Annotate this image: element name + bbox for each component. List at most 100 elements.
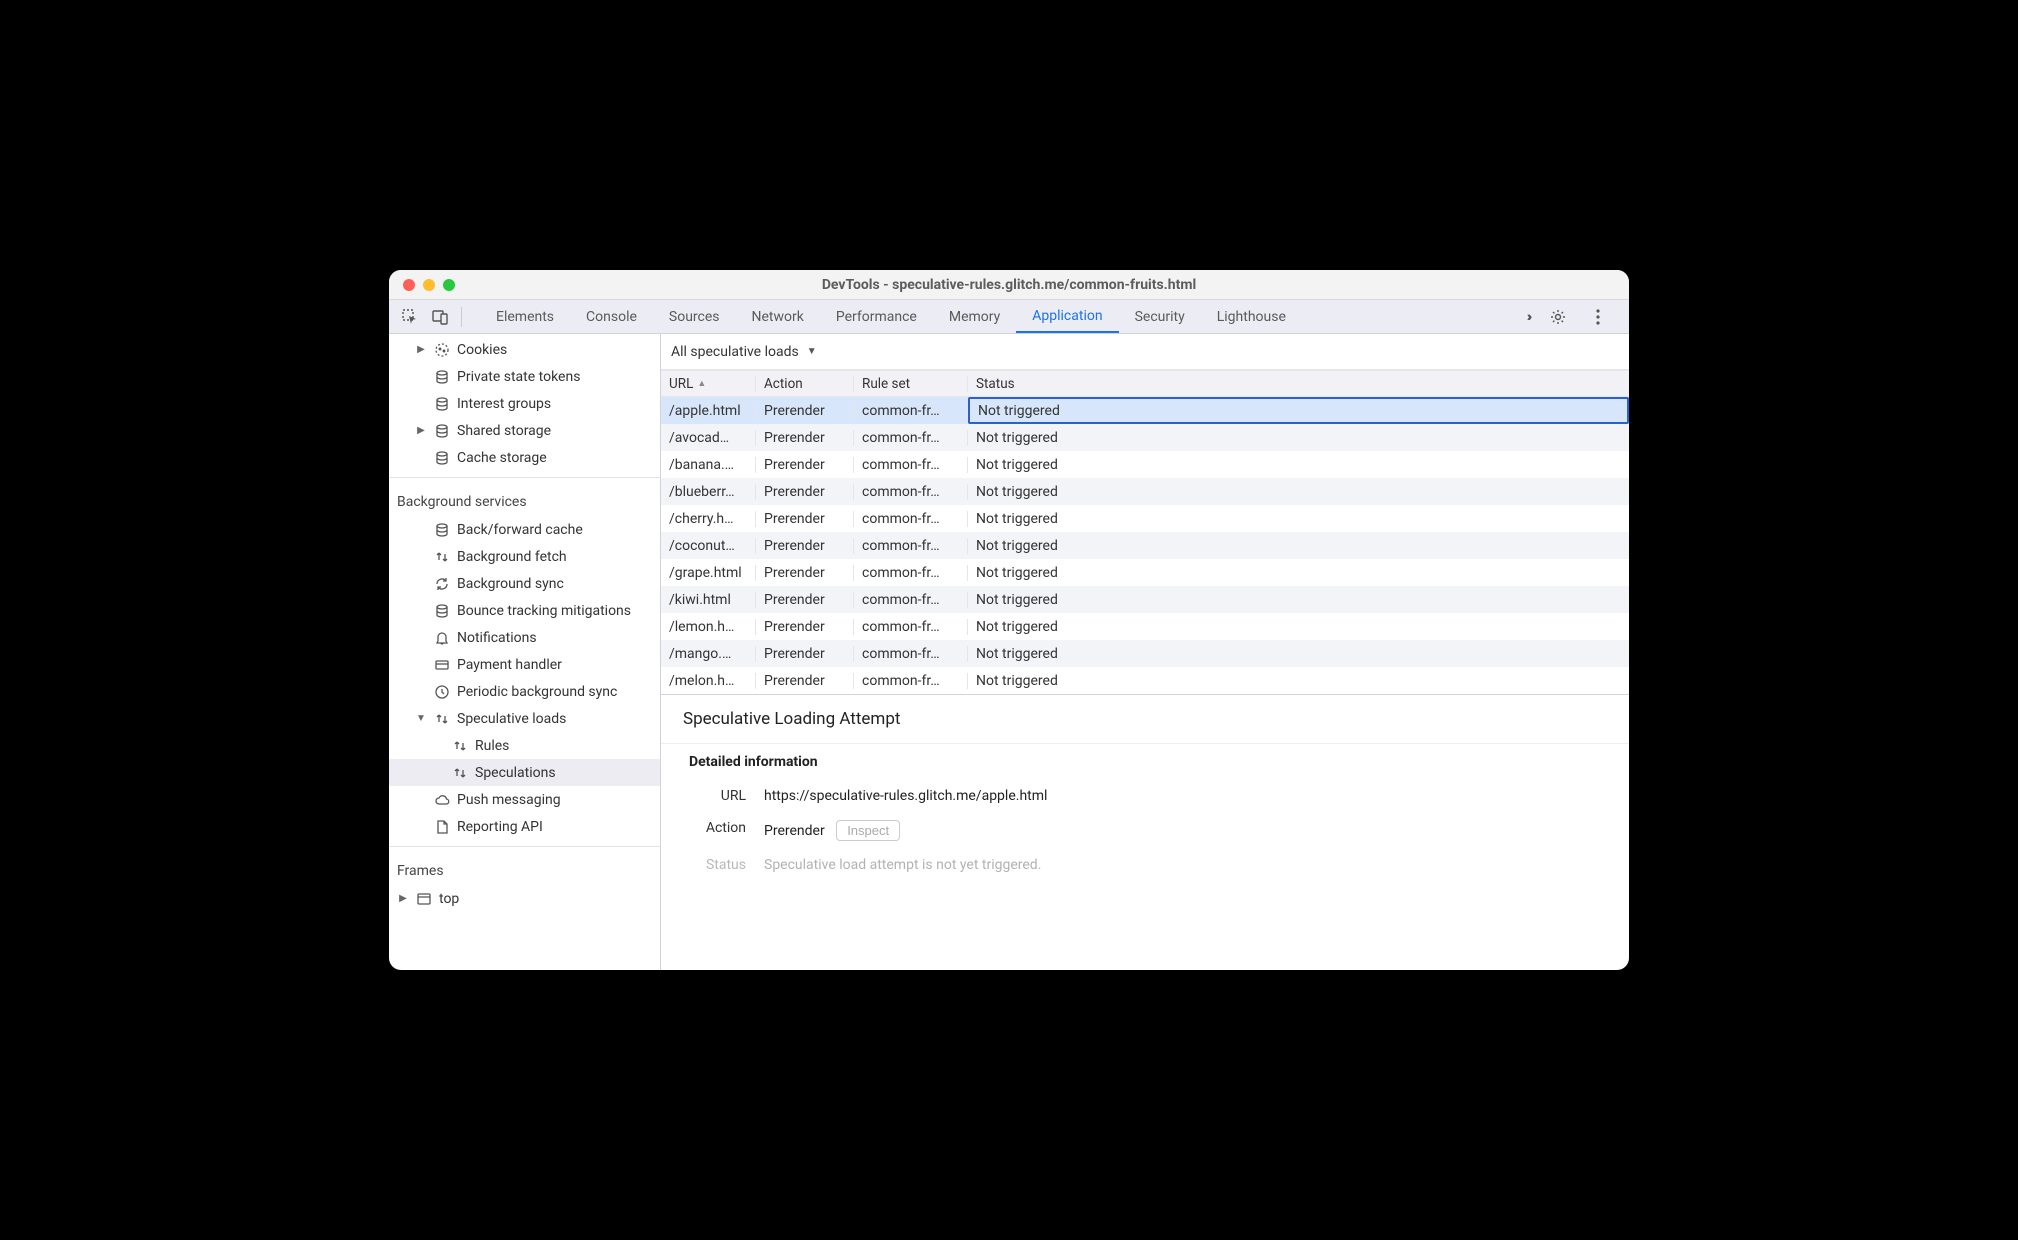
sidebar-item-label: Interest groups (457, 396, 551, 412)
db-icon (433, 395, 451, 413)
cell-status: Not triggered (968, 619, 1629, 635)
sidebar-item-label: Back/forward cache (457, 522, 583, 538)
sidebar-item-shared-storage[interactable]: ▶Shared storage (389, 417, 660, 444)
table-row[interactable]: /avocad…Prerendercommon-fr…Not triggered (661, 424, 1629, 451)
sidebar-item-background-sync[interactable]: Background sync (389, 570, 660, 597)
details-panel: Speculative Loading Attempt Detailed inf… (661, 694, 1629, 891)
sidebar-item-reporting-api[interactable]: Reporting API (389, 813, 660, 840)
table-row[interactable]: /banana.…Prerendercommon-fr…Not triggere… (661, 451, 1629, 478)
sidebar-item-speculative-loads[interactable]: ▼ Speculative loads (389, 705, 660, 732)
table-header: URL▲ Action Rule set Status (661, 370, 1629, 397)
cell-status: Not triggered (968, 592, 1629, 608)
sidebar-item-label: Reporting API (457, 819, 543, 835)
cell-status: Not triggered (968, 397, 1629, 424)
tab-memory[interactable]: Memory (933, 300, 1016, 333)
table-row[interactable]: /kiwi.htmlPrerendercommon-fr…Not trigger… (661, 586, 1629, 613)
filter-bar[interactable]: All speculative loads ▼ (661, 334, 1629, 370)
clock-icon (433, 683, 451, 701)
table-row[interactable]: /grape.htmlPrerendercommon-fr…Not trigge… (661, 559, 1629, 586)
table-row[interactable]: /mango.…Prerendercommon-fr…Not triggered (661, 640, 1629, 667)
db-icon (433, 602, 451, 620)
cell-action: Prerender (756, 403, 854, 419)
cell-status: Not triggered (968, 538, 1629, 554)
tab-performance[interactable]: Performance (820, 300, 933, 333)
cell-action: Prerender (756, 430, 854, 446)
table-row[interactable]: /apple.htmlPrerendercommon-fr…Not trigge… (661, 397, 1629, 424)
cell-status: Not triggered (968, 430, 1629, 446)
details-subhead: Detailed information (661, 743, 1629, 780)
caret-down-icon: ▼ (415, 713, 427, 724)
more-menu-icon[interactable] (1586, 305, 1610, 329)
tab-lighthouse[interactable]: Lighthouse (1201, 300, 1302, 333)
overflow-tabs-icon[interactable]: ›› (1516, 305, 1540, 329)
cell-ruleset: common-fr… (854, 457, 968, 473)
sidebar-item-push-messaging[interactable]: Push messaging (389, 786, 660, 813)
sidebar-item-rules[interactable]: Rules (389, 732, 660, 759)
sidebar-item-top[interactable]: ▶top (389, 885, 660, 912)
sidebar-item-payment-handler[interactable]: Payment handler (389, 651, 660, 678)
table-row[interactable]: /cherry.h…Prerendercommon-fr…Not trigger… (661, 505, 1629, 532)
sidebar-item-label: Payment handler (457, 657, 562, 673)
minimize-window-button[interactable] (423, 279, 435, 291)
db-icon (433, 422, 451, 440)
sidebar-item-periodic-background-sync[interactable]: Periodic background sync (389, 678, 660, 705)
sidebar-item-label: Background sync (457, 576, 564, 592)
settings-gear-icon[interactable] (1546, 305, 1570, 329)
devtools-toolbar: ElementsConsoleSourcesNetworkPerformance… (389, 300, 1629, 334)
panel-tabs: ElementsConsoleSourcesNetworkPerformance… (480, 300, 1513, 333)
bell-icon (433, 629, 451, 647)
close-window-button[interactable] (403, 279, 415, 291)
section-head-frames: Frames (389, 853, 660, 885)
cell-url: /mango.… (661, 646, 756, 662)
tab-elements[interactable]: Elements (480, 300, 570, 333)
cell-ruleset: common-fr… (854, 511, 968, 527)
updown-icon (433, 548, 451, 566)
inspect-button[interactable]: Inspect (836, 820, 900, 841)
sidebar-item-background-fetch[interactable]: Background fetch (389, 543, 660, 570)
table-row[interactable]: /blueberr…Prerendercommon-fr…Not trigger… (661, 478, 1629, 505)
table-row[interactable]: /melon.h…Prerendercommon-fr…Not triggere… (661, 667, 1629, 694)
tab-application[interactable]: Application (1016, 300, 1118, 333)
cell-url: /avocad… (661, 430, 756, 446)
table-row[interactable]: /lemon.h…Prerendercommon-fr…Not triggere… (661, 613, 1629, 640)
col-ruleset[interactable]: Rule set (854, 376, 968, 392)
sidebar-item-private-state-tokens[interactable]: Private state tokens (389, 363, 660, 390)
cell-action: Prerender (756, 619, 854, 635)
sidebar-item-label: Speculative loads (457, 711, 566, 727)
tab-sources[interactable]: Sources (653, 300, 736, 333)
sidebar-item-interest-groups[interactable]: Interest groups (389, 390, 660, 417)
cell-action: Prerender (756, 538, 854, 554)
tab-console[interactable]: Console (570, 300, 653, 333)
col-status[interactable]: Status (968, 376, 1629, 392)
col-action[interactable]: Action (756, 376, 854, 392)
cell-action: Prerender (756, 457, 854, 473)
table-row[interactable]: /coconut…Prerendercommon-fr…Not triggere… (661, 532, 1629, 559)
device-toolbar-icon[interactable] (428, 305, 452, 329)
sidebar-item-back-forward-cache[interactable]: Back/forward cache (389, 516, 660, 543)
sidebar-item-speculations[interactable]: Speculations (389, 759, 660, 786)
devtools-window: DevTools - speculative-rules.glitch.me/c… (389, 270, 1629, 970)
sidebar-item-label: Cookies (457, 342, 507, 358)
sidebar-item-bounce-tracking-mitigations[interactable]: Bounce tracking mitigations (389, 597, 660, 624)
sidebar-item-cookies[interactable]: ▶Cookies (389, 336, 660, 363)
cell-ruleset: common-fr… (854, 403, 968, 419)
application-sidebar: ▶CookiesPrivate state tokensInterest gro… (389, 334, 661, 970)
col-url[interactable]: URL▲ (661, 376, 756, 392)
cookie-icon (433, 341, 451, 359)
maximize-window-button[interactable] (443, 279, 455, 291)
speculations-table: URL▲ Action Rule set Status /apple.htmlP… (661, 370, 1629, 694)
cell-ruleset: common-fr… (854, 430, 968, 446)
inspect-element-icon[interactable] (398, 305, 422, 329)
detail-url-value: https://speculative-rules.glitch.me/appl… (764, 788, 1047, 804)
caret-right-icon: ▶ (397, 893, 409, 904)
db-icon (433, 449, 451, 467)
window-controls (403, 279, 455, 291)
sidebar-item-cache-storage[interactable]: Cache storage (389, 444, 660, 471)
cell-status: Not triggered (968, 646, 1629, 662)
sidebar-item-notifications[interactable]: Notifications (389, 624, 660, 651)
sidebar-item-label: Private state tokens (457, 369, 580, 385)
tab-security[interactable]: Security (1119, 300, 1201, 333)
tab-network[interactable]: Network (736, 300, 820, 333)
sidebar-item-label: Notifications (457, 630, 537, 646)
detail-status-value: Speculative load attempt is not yet trig… (764, 857, 1041, 873)
